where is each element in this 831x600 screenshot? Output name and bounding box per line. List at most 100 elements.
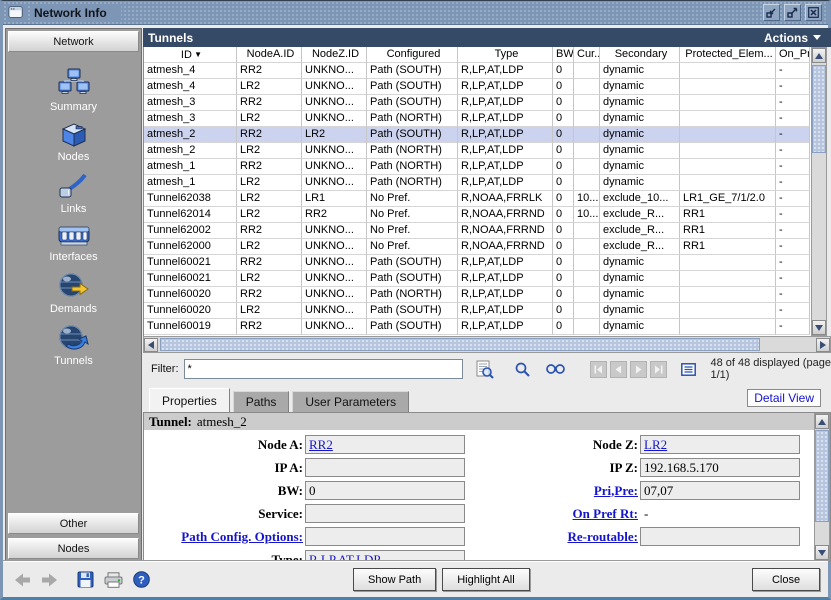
sidebar-item-nodes[interactable]: Nodes (6, 122, 141, 163)
table-cell: RR2 (237, 95, 302, 111)
property-field[interactable] (305, 504, 465, 523)
table-row[interactable]: Tunnel60021LR2UNKNO...Path (SOUTH)R,LP,A… (144, 271, 811, 287)
sidebar-item-demands[interactable]: Demands (6, 272, 141, 315)
scroll-thumb[interactable] (812, 65, 826, 153)
print-button[interactable] (104, 572, 123, 588)
titlebar[interactable]: Network Info (3, 1, 828, 25)
table-row[interactable]: atmesh_3LR2UNKNO...Path (NORTH)R,LP,AT,L… (144, 111, 811, 127)
tab-paths[interactable]: Paths (233, 391, 290, 412)
highlight-all-button[interactable]: Highlight All (442, 568, 529, 591)
scroll-right-button[interactable] (816, 338, 830, 352)
column-header[interactable]: Secondary (600, 47, 680, 63)
table-row[interactable]: Tunnel62038LR2LR1No Pref.R,NOAA,FRRLK010… (144, 191, 811, 207)
filter-label: Filter: (151, 363, 179, 375)
table-row[interactable]: atmesh_1LR2UNKNO...Path (NORTH)R,LP,AT,L… (144, 175, 811, 191)
table-horizontal-scrollbar[interactable] (143, 336, 831, 353)
column-header[interactable]: On_Pri (776, 47, 810, 63)
property-field[interactable]: RR2 (305, 435, 465, 454)
scroll-track[interactable] (815, 522, 829, 545)
table-row[interactable]: atmesh_4RR2UNKNO...Path (SOUTH)R,LP,AT,L… (144, 63, 811, 79)
page-list-button[interactable] (681, 363, 696, 376)
zoom-search-button[interactable] (514, 361, 531, 378)
property-field[interactable]: LR2 (640, 435, 800, 454)
detail-view-link[interactable]: Detail View (747, 389, 821, 407)
column-header[interactable]: NodeA.ID (237, 47, 302, 63)
column-header[interactable]: ID ▼ (144, 47, 237, 63)
property-label[interactable]: Re-routable: (479, 529, 640, 545)
scroll-left-button[interactable] (144, 338, 158, 352)
back-button[interactable] (15, 573, 31, 587)
last-page-button[interactable] (650, 361, 667, 378)
show-path-button[interactable]: Show Path (353, 568, 436, 591)
property-field[interactable]: 192.168.5.170 (640, 458, 800, 477)
filter-input[interactable] (184, 359, 464, 379)
properties-vertical-scrollbar[interactable] (814, 413, 830, 561)
column-header[interactable]: Protected_Elem... (680, 47, 776, 63)
sidebar-section-network[interactable]: Network (8, 31, 139, 52)
table-row[interactable]: atmesh_2RR2LR2Path (SOUTH)R,LP,AT,LDP0dy… (144, 127, 811, 143)
sidebar-section-other[interactable]: Other (8, 513, 139, 534)
minimize-button[interactable] (763, 4, 780, 21)
first-page-button[interactable] (590, 361, 607, 378)
table-cell: dynamic (600, 287, 680, 303)
property-value-link[interactable]: RR2 (309, 437, 333, 452)
table-row[interactable]: atmesh_3RR2UNKNO...Path (SOUTH)R,LP,AT,L… (144, 95, 811, 111)
close-dialog-button[interactable]: Close (752, 568, 820, 591)
sidebar-item-tunnels[interactable]: Tunnels (6, 324, 141, 367)
scroll-thumb[interactable] (815, 430, 829, 522)
scroll-down-button[interactable] (812, 320, 826, 335)
property-label[interactable]: Path Config. Options: (144, 529, 305, 545)
help-button[interactable]: ? (133, 571, 150, 588)
table-row[interactable]: atmesh_2LR2UNKNO...Path (NORTH)R,LP,AT,L… (144, 143, 811, 159)
property-row: Pri,Pre:07,07 (479, 479, 814, 502)
column-header[interactable]: Cur... (574, 47, 600, 63)
sidebar-item-interfaces[interactable]: Interfaces (6, 224, 141, 263)
save-button[interactable] (77, 571, 94, 588)
table-row[interactable]: Tunnel62014LR2RR2No Pref.R,NOAA,FRRND010… (144, 207, 811, 223)
scroll-track[interactable] (760, 337, 816, 352)
table-row[interactable]: atmesh_4LR2UNKNO...Path (SOUTH)R,LP,AT,L… (144, 79, 811, 95)
table-vertical-scrollbar[interactable] (811, 47, 827, 336)
property-field[interactable]: R,LP,AT,LDP (305, 550, 465, 561)
scroll-track[interactable] (812, 153, 826, 320)
advanced-search-button[interactable] (545, 361, 566, 377)
scroll-thumb[interactable] (160, 338, 760, 351)
table-row[interactable]: Tunnel62000LR2UNKNO...No Pref.R,NOAA,FRR… (144, 239, 811, 255)
table-row[interactable]: Tunnel60020RR2UNKNO...Path (NORTH)R,LP,A… (144, 287, 811, 303)
property-field[interactable] (305, 458, 465, 477)
column-header[interactable]: Configured (367, 47, 458, 63)
prev-page-button[interactable] (610, 361, 627, 378)
property-label[interactable]: On Pref Rt: (479, 506, 640, 522)
next-page-button[interactable] (630, 361, 647, 378)
property-field[interactable] (640, 527, 800, 546)
property-field[interactable]: 07,07 (640, 481, 800, 500)
close-button[interactable] (805, 4, 822, 21)
tab-properties[interactable]: Properties (149, 388, 230, 412)
sidebar-item-summary[interactable]: Summary (6, 68, 141, 113)
actions-menu[interactable]: Actions (764, 31, 821, 45)
table-row[interactable]: Tunnel62002RR2UNKNO...No Pref.R,NOAA,FRR… (144, 223, 811, 239)
property-field[interactable] (305, 527, 465, 546)
forward-button[interactable] (41, 573, 57, 587)
sidebar-item-links[interactable]: Links (6, 172, 141, 215)
property-field[interactable]: - (640, 504, 800, 523)
column-header[interactable]: Type (458, 47, 553, 63)
scroll-down-button[interactable] (815, 545, 829, 560)
table-cell: - (776, 319, 810, 335)
sidebar-section-nodes[interactable]: Nodes (8, 538, 139, 559)
property-value-link[interactable]: R,LP,AT,LDP (309, 552, 381, 561)
table-row[interactable]: Tunnel60019RR2UNKNO...Path (SOUTH)R,LP,A… (144, 319, 811, 335)
property-value-link[interactable]: LR2 (644, 437, 667, 452)
table-row[interactable]: atmesh_1RR2UNKNO...Path (NORTH)R,LP,AT,L… (144, 159, 811, 175)
table-row[interactable]: Tunnel60021RR2UNKNO...Path (SOUTH)R,LP,A… (144, 255, 811, 271)
tab-user-parameters[interactable]: User Parameters (292, 391, 409, 412)
maximize-button[interactable] (784, 4, 801, 21)
property-field[interactable]: 0 (305, 481, 465, 500)
scroll-up-button[interactable] (812, 48, 826, 63)
property-label[interactable]: Pri,Pre: (479, 483, 640, 499)
table-row[interactable]: Tunnel60020LR2UNKNO...Path (SOUTH)R,LP,A… (144, 303, 811, 319)
search-report-button[interactable] (475, 360, 494, 379)
column-header[interactable]: BW (553, 47, 574, 63)
column-header[interactable]: NodeZ.ID (302, 47, 367, 63)
scroll-up-button[interactable] (815, 414, 829, 429)
